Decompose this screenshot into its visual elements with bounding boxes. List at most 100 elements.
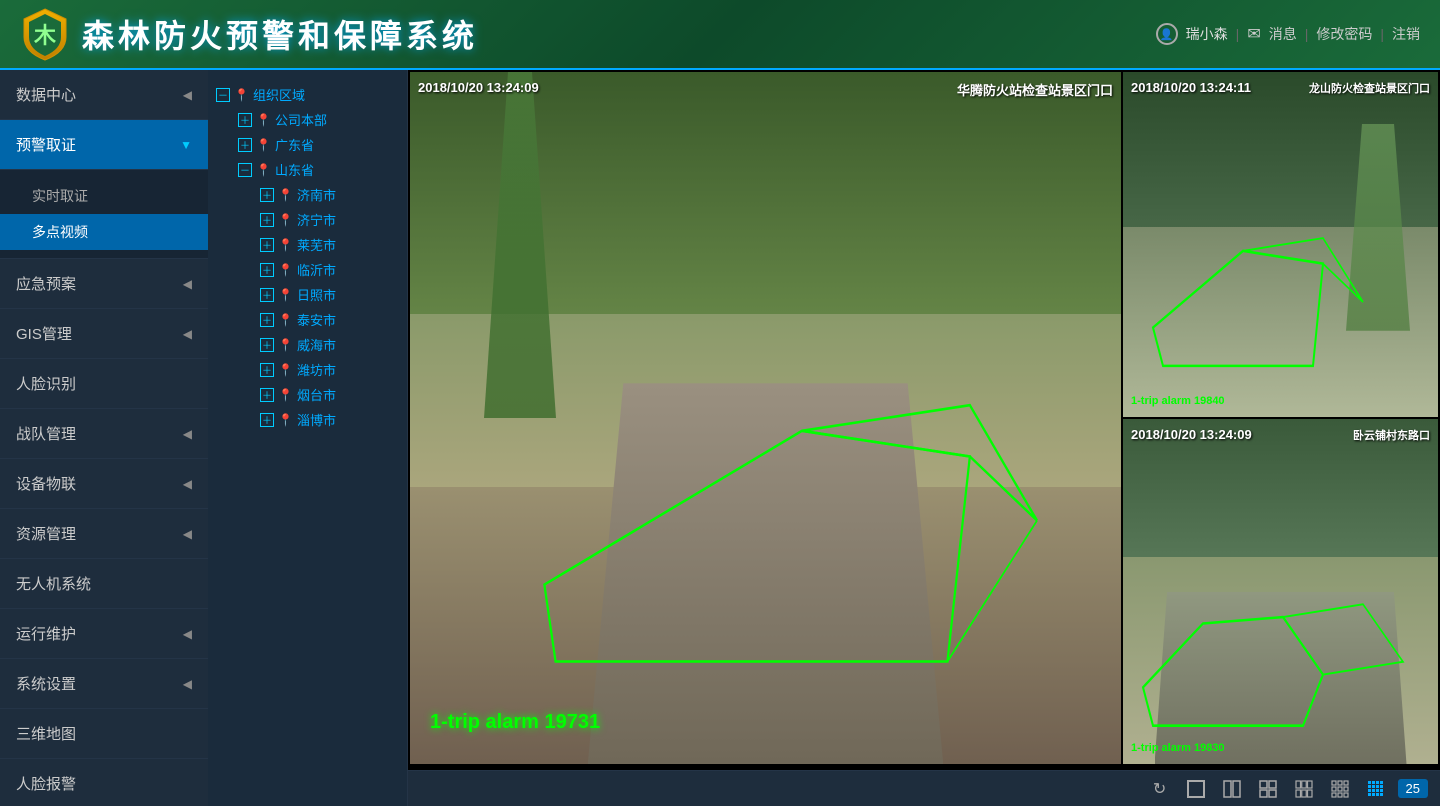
- sidebar-item-gis[interactable]: GIS管理 ◀: [0, 309, 208, 359]
- sixteen-view-button[interactable]: [1362, 775, 1390, 803]
- nine-view-button[interactable]: [1326, 775, 1354, 803]
- video-grid: 2018/10/20 13:24:09 华腾防火站检查站景区门口 1-trip …: [408, 70, 1440, 770]
- sidebar-label: 预警取证: [16, 134, 76, 155]
- expand-icon[interactable]: ＋: [260, 288, 274, 302]
- header-nav: 👤 瑞小森 | ✉ 消息 | 修改密码 | 注销: [1156, 23, 1420, 45]
- tree-node-laiwu[interactable]: ＋ 📍 莱芜市: [260, 232, 399, 257]
- four-view-button[interactable]: [1254, 775, 1282, 803]
- sidebar-item-alarm[interactable]: 预警取证 ▼: [0, 120, 208, 170]
- tree-root[interactable]: － 📍 组织区域: [216, 82, 399, 107]
- arrow-icon: ◀: [183, 88, 192, 102]
- tree-node-linyi[interactable]: ＋ 📍 临沂市: [260, 257, 399, 282]
- nine-grid-icon: [1331, 780, 1349, 798]
- sidebar-item-data-center[interactable]: 数据中心 ◀: [0, 70, 208, 120]
- arrow-icon: ◀: [183, 677, 192, 691]
- page-number[interactable]: 25: [1398, 779, 1428, 798]
- main-content: 2018/10/20 13:24:09 华腾防火站检查站景区门口 1-trip …: [408, 70, 1440, 806]
- expand-icon[interactable]: ＋: [260, 263, 274, 277]
- pin-icon: 📍: [234, 88, 249, 102]
- tree-node-company[interactable]: ＋ 📍 公司本部: [238, 107, 399, 132]
- expand-icon[interactable]: ＋: [260, 413, 274, 427]
- expand-icon[interactable]: ＋: [238, 138, 252, 152]
- tree-node-rizhao[interactable]: ＋ 📍 日照市: [260, 282, 399, 307]
- tree-node-jining[interactable]: ＋ 📍 济宁市: [260, 207, 399, 232]
- six-view-button[interactable]: [1290, 775, 1318, 803]
- change-password-link[interactable]: 修改密码: [1316, 24, 1372, 44]
- sidebar-item-multi-video[interactable]: 多点视频: [0, 214, 208, 250]
- arrow-icon: ▼: [180, 138, 192, 152]
- tree-node-jinan[interactable]: ＋ 📍 济南市: [260, 182, 399, 207]
- top-right-timestamp: 2018/10/20 13:24:11: [1131, 80, 1251, 95]
- sidebar-item-face-alarm[interactable]: 人脸报警: [0, 759, 208, 806]
- refresh-button[interactable]: ↻: [1146, 775, 1174, 803]
- main-video-alarm: 1-trip alarm 19731: [430, 711, 600, 734]
- tree-label: 淄博市: [297, 410, 336, 429]
- detection-overlay-main: [410, 72, 1121, 764]
- sidebar-label: 运行维护: [16, 623, 76, 644]
- mid-right-timestamp: 2018/10/20 13:24:09: [1131, 427, 1252, 442]
- tree-node-guangdong[interactable]: ＋ 📍 广东省: [238, 132, 399, 157]
- sidebar-label: 设备物联: [16, 473, 76, 494]
- expand-icon[interactable]: ＋: [260, 213, 274, 227]
- single-view-button[interactable]: [1182, 775, 1210, 803]
- tree-label: 潍坊市: [297, 360, 336, 379]
- main-video-timestamp: 2018/10/20 13:24:09: [418, 80, 539, 95]
- sidebar-label: 人脸识别: [16, 373, 76, 394]
- arrow-icon: ◀: [183, 627, 192, 641]
- tree-label: 公司本部: [275, 110, 327, 129]
- sidebar: 数据中心 ◀ 预警取证 ▼ 实时取证 多点视频 应急预案 ◀ GIS管理 ◀ 人…: [0, 70, 208, 806]
- tree-node-shandong[interactable]: － 📍 山东省: [238, 157, 399, 182]
- mid-right-video-cell[interactable]: 2018/10/20 13:24:09 卧云铺村东路口 1-trip alarm…: [1123, 419, 1438, 764]
- logout-link[interactable]: 注销: [1392, 24, 1420, 44]
- two-view-button[interactable]: [1218, 775, 1246, 803]
- expand-icon[interactable]: ＋: [260, 338, 274, 352]
- sidebar-item-3d-map[interactable]: 三维地图: [0, 709, 208, 759]
- shield-icon: 木: [20, 7, 70, 62]
- sidebar-sub-menu: 实时取证 多点视频: [0, 170, 208, 259]
- expand-icon[interactable]: ＋: [260, 238, 274, 252]
- tree-label: 日照市: [297, 285, 336, 304]
- expand-icon[interactable]: ＋: [260, 363, 274, 377]
- sidebar-label: 无人机系统: [16, 573, 91, 594]
- sidebar-item-maintenance[interactable]: 运行维护 ◀: [0, 609, 208, 659]
- expand-icon[interactable]: ＋: [238, 113, 252, 127]
- six-grid-icon: [1295, 780, 1313, 798]
- main-video-cell[interactable]: 2018/10/20 13:24:09 华腾防火站检查站景区门口 1-trip …: [410, 72, 1121, 764]
- sidebar-item-team[interactable]: 战队管理 ◀: [0, 409, 208, 459]
- sidebar-item-realtime[interactable]: 实时取证: [0, 178, 208, 214]
- collapse-icon[interactable]: －: [238, 163, 252, 177]
- two-grid-icon: [1223, 780, 1241, 798]
- sixteen-grid-icon: [1367, 780, 1385, 798]
- tree-panel: － 📍 组织区域 ＋ 📍 公司本部 ＋ 📍 广东省 － 📍 山东省: [208, 70, 408, 806]
- tree-collapse-icon[interactable]: －: [216, 88, 230, 102]
- tree-label: 广东省: [275, 135, 314, 154]
- sidebar-item-iot[interactable]: 设备物联 ◀: [0, 459, 208, 509]
- pin-icon: 📍: [278, 213, 293, 227]
- tree-node-yantai[interactable]: ＋ 📍 烟台市: [260, 382, 399, 407]
- pin-icon: 📍: [278, 338, 293, 352]
- sidebar-item-drone[interactable]: 无人机系统: [0, 559, 208, 609]
- tree-node-weihai[interactable]: ＋ 📍 威海市: [260, 332, 399, 357]
- pin-icon: 📍: [278, 263, 293, 277]
- sidebar-item-settings[interactable]: 系统设置 ◀: [0, 659, 208, 709]
- tree-label: 莱芜市: [297, 235, 336, 254]
- tree-label: 泰安市: [297, 310, 336, 329]
- sidebar-item-resource[interactable]: 资源管理 ◀: [0, 509, 208, 559]
- expand-icon[interactable]: ＋: [260, 313, 274, 327]
- tree-node-weifang[interactable]: ＋ 📍 潍坊市: [260, 357, 399, 382]
- top-right-video-cell[interactable]: 2018/10/20 13:24:11 龙山防火检查站景区门口 1-trip a…: [1123, 72, 1438, 417]
- svg-text:木: 木: [33, 23, 57, 48]
- expand-icon[interactable]: ＋: [260, 188, 274, 202]
- sidebar-label: 数据中心: [16, 84, 76, 105]
- pin-icon: 📍: [278, 413, 293, 427]
- sidebar-item-emergency[interactable]: 应急预案 ◀: [0, 259, 208, 309]
- tree-node-taian[interactable]: ＋ 📍 泰安市: [260, 307, 399, 332]
- tree-node-zibo[interactable]: ＋ 📍 淄博市: [260, 407, 399, 432]
- message-link[interactable]: 消息: [1269, 24, 1297, 44]
- four-grid-icon: [1259, 780, 1277, 798]
- tree-label: 临沂市: [297, 260, 336, 279]
- user-avatar-icon: 👤: [1156, 23, 1178, 45]
- top-right-location: 龙山防火检查站景区门口: [1309, 80, 1430, 96]
- expand-icon[interactable]: ＋: [260, 388, 274, 402]
- sidebar-item-face[interactable]: 人脸识别: [0, 359, 208, 409]
